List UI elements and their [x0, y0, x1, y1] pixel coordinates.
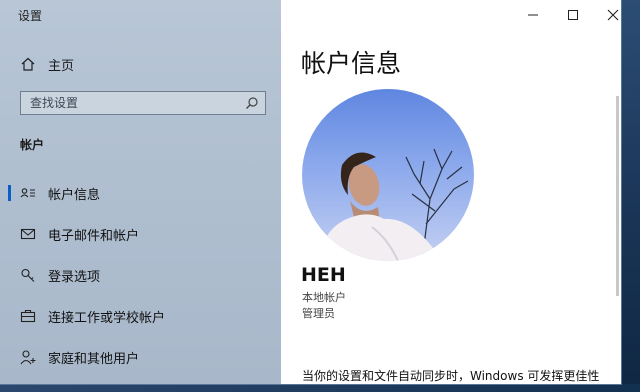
sidebar-item-label: 连接工作或学校帐户 — [48, 310, 166, 326]
search-input[interactable] — [30, 96, 245, 110]
sidebar-item-work-school[interactable]: 连接工作或学校帐户 — [0, 298, 281, 334]
search-box[interactable] — [20, 91, 266, 115]
profile-picture[interactable] — [302, 89, 474, 261]
window-title: 设置 — [18, 9, 43, 23]
settings-window: 设置 主页 帐户 帐户信息 电子邮件和帐户 — [0, 0, 621, 384]
person-card-icon — [19, 184, 37, 202]
page-title: 帐户信息 — [301, 49, 402, 78]
key-icon — [19, 266, 37, 284]
desktop-background-right — [621, 0, 640, 392]
sidebar-item-label: 电子邮件和帐户 — [48, 228, 140, 244]
account-type: 本地帐户 — [302, 291, 346, 304]
sidebar: 设置 主页 帐户 帐户信息 电子邮件和帐户 — [0, 0, 281, 384]
person-add-icon — [19, 348, 37, 366]
sidebar-item-label: 家庭和其他用户 — [48, 351, 140, 367]
minimize-button[interactable] — [513, 0, 553, 30]
mail-icon — [19, 225, 37, 243]
maximize-button[interactable] — [553, 0, 593, 30]
account-role: 管理员 — [302, 307, 335, 320]
close-button[interactable] — [593, 0, 621, 30]
user-name: HEH — [301, 264, 346, 286]
sync-description: 当你的设置和文件自动同步时，Windows 可发挥更佳性 — [302, 369, 600, 383]
briefcase-icon — [19, 307, 37, 325]
maximize-icon — [568, 10, 578, 20]
main-content: 帐户信息 HEH 本地帐户 管理员 当你的设置和文件自动同步时，Windows … — [281, 0, 621, 384]
section-title: 帐户 — [20, 138, 45, 152]
sidebar-item-family-users[interactable]: 家庭和其他用户 — [0, 339, 281, 375]
sidebar-item-email-accounts[interactable]: 电子邮件和帐户 — [0, 216, 281, 252]
search-icon[interactable] — [245, 96, 259, 110]
sidebar-item-account-info[interactable]: 帐户信息 — [0, 175, 281, 211]
sidebar-item-label: 登录选项 — [48, 269, 101, 285]
close-icon — [607, 9, 619, 21]
minimize-icon — [528, 14, 538, 16]
sidebar-item-label: 帐户信息 — [48, 187, 101, 203]
sidebar-item-sign-in-options[interactable]: 登录选项 — [0, 257, 281, 293]
home-label: 主页 — [48, 58, 75, 74]
scrollbar[interactable] — [616, 96, 619, 296]
home-icon — [20, 56, 36, 72]
home-nav-item[interactable]: 主页 — [20, 54, 74, 74]
desktop-background-bottom — [0, 384, 640, 392]
